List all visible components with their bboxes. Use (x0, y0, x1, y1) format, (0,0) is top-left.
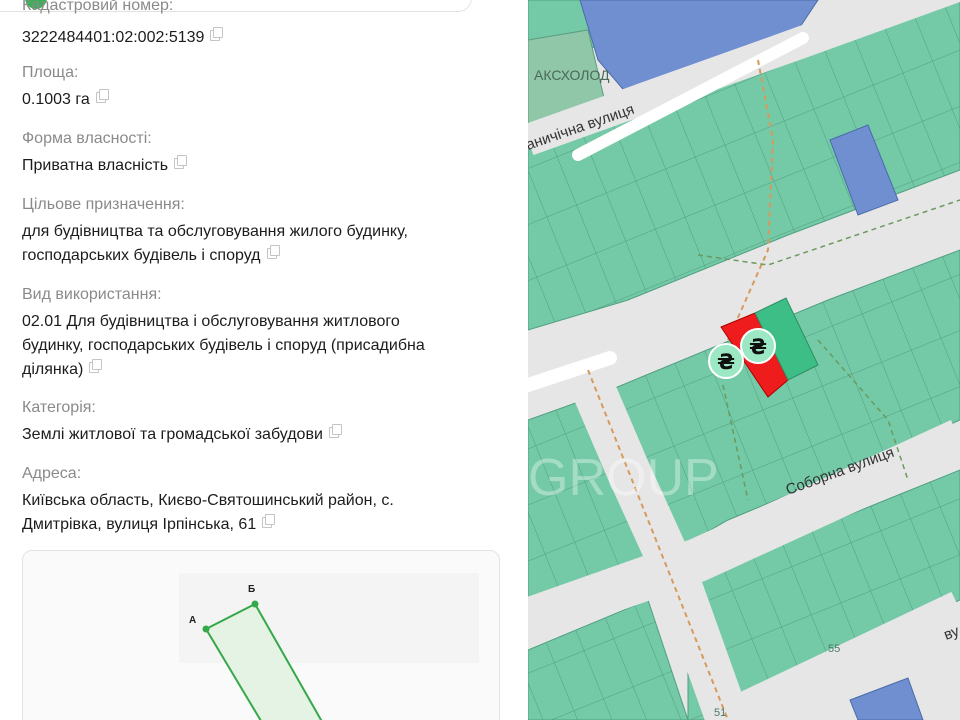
field-label: Категорія: (22, 399, 96, 416)
field-value: 3222484401:02:002:5139 (22, 29, 205, 46)
field-label: Площа: (22, 64, 79, 81)
field-category: Категорія: Землі житлової та громадської… (22, 396, 492, 447)
copy-icon[interactable] (174, 155, 188, 169)
field-value: Землі житлової та громадської забудови (22, 426, 323, 443)
blue-parcel-bottom (849, 677, 924, 720)
parcel-info-panel: Кадастровий номер: 3222484401:02:002:513… (0, 0, 528, 720)
field-label: Вид використання: (22, 286, 162, 303)
copy-icon[interactable] (266, 245, 280, 259)
field-purpose: Цільове призначення: для будівництва та … (22, 193, 492, 268)
field-label: Кадастровий номер: (22, 0, 174, 14)
parcel-scheme: А Б (22, 550, 500, 720)
copy-icon[interactable] (328, 424, 342, 438)
price-marker-1-symbol: ₴ (717, 350, 735, 374)
copy-icon[interactable] (262, 514, 276, 528)
field-label: Цільове призначення: (22, 196, 185, 213)
scheme-drawing: А Б (189, 584, 323, 720)
field-ownership: Форма власності: Приватна власність (22, 127, 492, 178)
field-value-line: для будівництва та обслуговування жилого… (22, 223, 408, 240)
price-marker-2[interactable]: ₴ (740, 328, 776, 364)
copy-icon[interactable] (210, 27, 224, 41)
field-area: Площа: 0.1003 га (22, 61, 492, 112)
cadastral-map[interactable]: ₴ ₴ аничічна вулиця Соборна вулиця ву АК… (528, 0, 960, 720)
scheme-vertex-a (202, 625, 210, 633)
field-value-line: ділянка) (22, 361, 84, 378)
scheme-vertex-b (251, 600, 259, 608)
field-address: Адреса: Київська область, Києво-Святошин… (22, 462, 492, 537)
field-label: Адреса: (22, 465, 82, 482)
scheme-parcel-outline (204, 602, 323, 720)
business-label: АКСХОЛОД (534, 67, 610, 83)
scheme-label-a: А (189, 615, 196, 626)
house-number-55: 55 (828, 643, 840, 655)
price-marker-2-symbol: ₴ (749, 335, 767, 359)
field-value-line: господарських будівель і споруд (22, 247, 261, 264)
price-marker-1[interactable]: ₴ (708, 343, 744, 379)
house-number-51: 51 (714, 707, 726, 719)
map-canvas[interactable]: ₴ ₴ аничічна вулиця Соборна вулиця ву АК… (528, 0, 960, 720)
copy-icon[interactable] (89, 359, 103, 373)
field-value-line: 02.01 Для будівництва і обслуговування ж… (22, 313, 400, 330)
field-value: Приватна власність (22, 157, 169, 174)
watermark-text: GROUP (528, 449, 719, 507)
field-value: 0.1003 га (22, 91, 90, 108)
field-usage: Вид використання: 02.01 Для будівництва … (22, 283, 492, 382)
scheme-label-b: Б (248, 584, 255, 595)
copy-icon[interactable] (95, 89, 109, 103)
field-value-line: Київська область, Києво-Святошинський ра… (22, 492, 394, 509)
field-cadastral-number: Кадастровий номер: 3222484401:02:002:513… (22, 0, 492, 50)
field-label: Форма власності: (22, 130, 152, 147)
field-value-line: Дмитрівка, вулиця Ірпінська, 61 (22, 516, 257, 533)
field-value-line: будинку, господарських будівель і споруд… (22, 337, 425, 354)
